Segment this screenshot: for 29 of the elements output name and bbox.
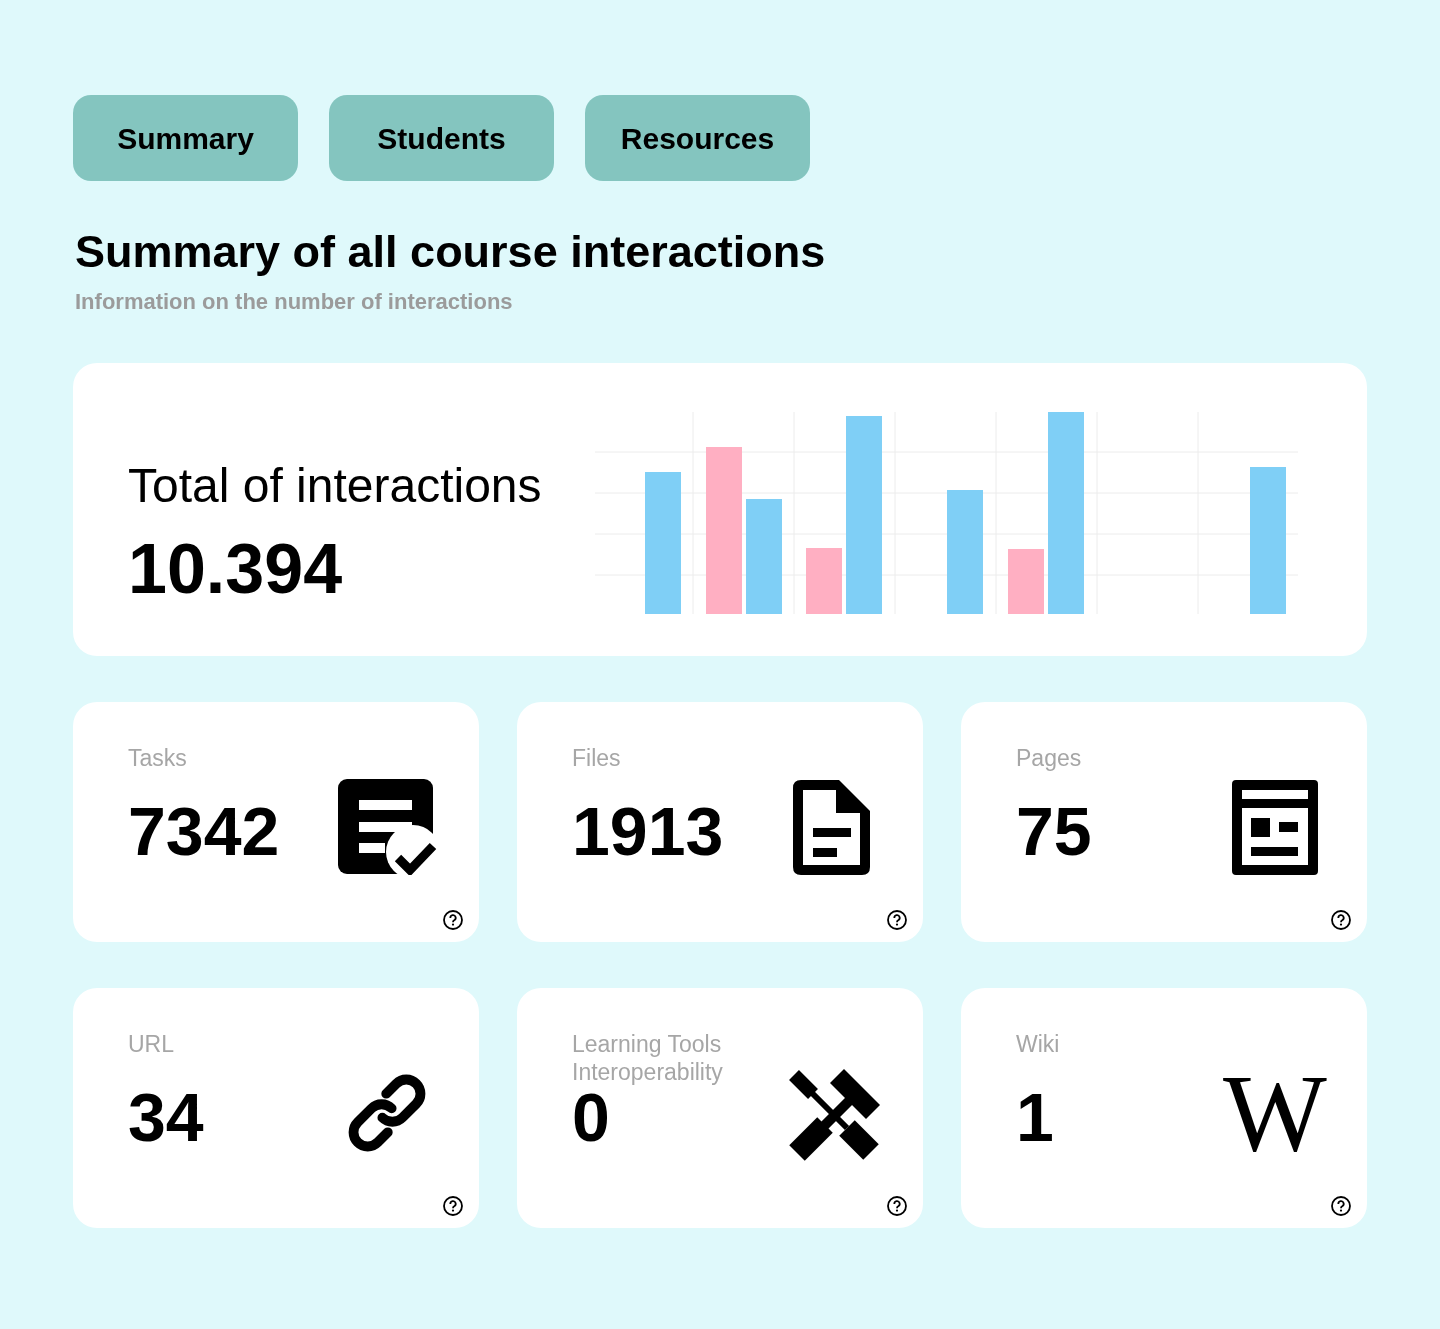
help-icon[interactable]: [1331, 910, 1351, 931]
stat-value: 7342: [128, 797, 281, 866]
checklist-icon: [337, 779, 437, 876]
page-title: Summary of all course interactions: [75, 225, 827, 279]
page-layout-icon: [1232, 779, 1318, 875]
help-icon[interactable]: [443, 1196, 463, 1217]
stat-value: 1: [1016, 1083, 1055, 1152]
stat-value: 75: [1016, 797, 1093, 866]
stat-label: Tasks: [128, 744, 188, 774]
help-icon[interactable]: [1331, 1196, 1351, 1217]
help-icon[interactable]: [887, 910, 907, 931]
stat-label: Files: [572, 744, 622, 774]
stat-label: Pages: [1016, 744, 1083, 774]
stat-value: 1913: [572, 797, 725, 866]
total-value: 10.394: [128, 531, 344, 608]
stat-label: URL: [128, 1030, 175, 1060]
tab[interactable]: Summary: [73, 95, 298, 181]
page-subtitle: Information on the number of interactions: [75, 289, 514, 316]
help-icon[interactable]: [887, 1196, 907, 1217]
total-label: Total of interactions: [128, 458, 543, 515]
chart-bar: [1008, 549, 1044, 615]
help-icon[interactable]: [443, 910, 463, 931]
tab[interactable]: Students: [329, 95, 554, 181]
chart-bar: [806, 548, 842, 615]
wiki-logo: W: [1223, 1058, 1327, 1169]
stat-label: Wiki: [1016, 1030, 1061, 1060]
document-icon: [792, 779, 870, 875]
stat-value: 34: [128, 1083, 205, 1152]
tab[interactable]: Resources: [585, 95, 810, 181]
